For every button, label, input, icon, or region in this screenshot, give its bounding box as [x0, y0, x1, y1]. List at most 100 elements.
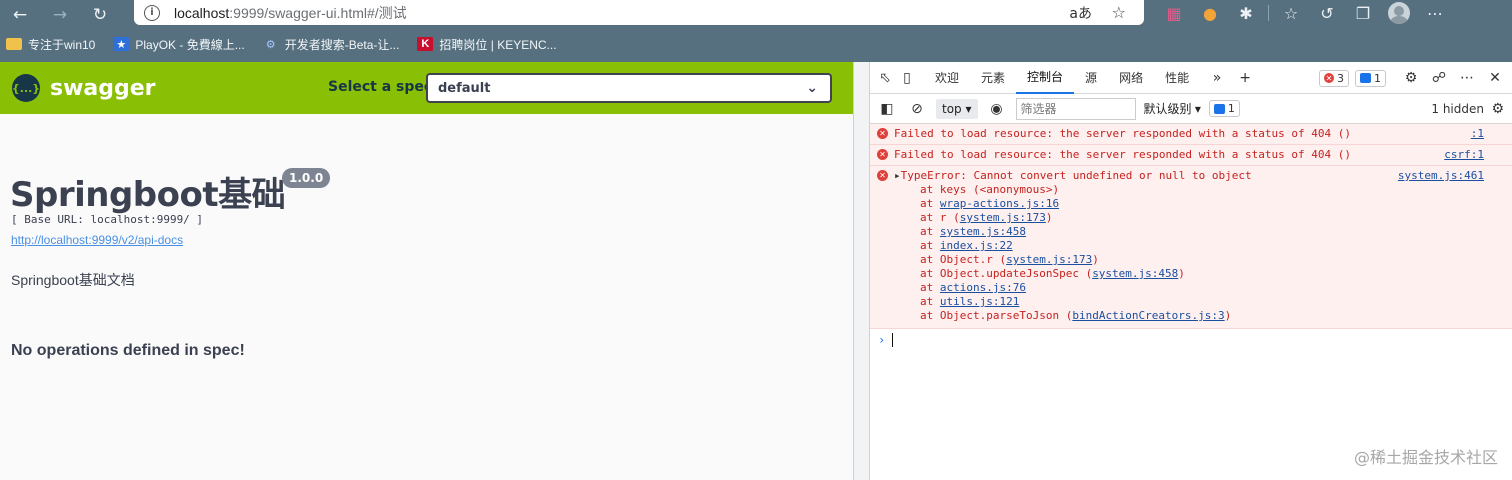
devtools-tabbar: ⬁ ▯ 欢迎 元素 控制台 源 网络 性能 » + ✕ 3 1 ⚙ ☍ ⋯ ✕ [870, 62, 1512, 94]
stack-frame-link[interactable]: bindActionCreators.js:3 [1072, 309, 1224, 322]
console-error-row[interactable]: ✕ ▸TypeError: Cannot convert undefined o… [870, 166, 1512, 329]
console-error-text: TypeError: Cannot convert undefined or n… [900, 169, 1252, 182]
context-select[interactable]: top ▾ [936, 98, 978, 119]
address-bar[interactable]: i localhost:9999/swagger-ui.html#/测试 aあ … [134, 0, 1144, 25]
extensions-puzzle-icon[interactable]: ✱ [1228, 0, 1264, 26]
console-settings-gear-icon[interactable]: ⚙ [1491, 101, 1504, 117]
console-error-row[interactable]: ✕ Failed to load resource: the server re… [870, 145, 1512, 166]
filter-input[interactable]: 筛选器 [1015, 97, 1136, 120]
color-extension-icon[interactable]: ● [1192, 0, 1228, 26]
swagger-brand[interactable]: swagger [50, 76, 156, 101]
stack-frame-text: at [920, 239, 940, 252]
connect-device-icon[interactable]: ☍ [1428, 67, 1450, 89]
api-description: Springboot基础文档 [11, 272, 135, 288]
folder-icon [6, 38, 22, 50]
profile-avatar[interactable] [1381, 0, 1417, 26]
stack-frame-text: at Object.r ( [920, 253, 1007, 266]
back-arrow-icon[interactable]: ← [0, 0, 40, 30]
stack-frame: at Object.updateJsonSpec (system.js:458) [920, 267, 1512, 281]
stack-frame: at system.js:458 [920, 225, 1512, 239]
message-count-badge[interactable]: 1 [1355, 69, 1386, 87]
issues-icon [1213, 103, 1225, 114]
chevron-down-icon: ⌄ [806, 80, 818, 96]
extension-grid-icon[interactable]: ▦ [1156, 0, 1192, 26]
stack-frame: at Object.parseToJson (bindActionCreator… [920, 309, 1512, 323]
api-docs-link[interactable]: http://localhost:9999/v2/api-docs [11, 233, 183, 247]
devtools-panel: ⬁ ▯ 欢迎 元素 控制台 源 网络 性能 » + ✕ 3 1 ⚙ ☍ ⋯ ✕ ◧… [870, 62, 1512, 480]
favorite-star-icon[interactable]: ☆ [1112, 3, 1126, 22]
forward-arrow-icon[interactable]: → [40, 0, 80, 30]
collections-icon[interactable]: ❐ [1345, 0, 1381, 26]
console-error-row[interactable]: ✕ Failed to load resource: the server re… [870, 124, 1512, 145]
sidebar-toggle-icon[interactable]: ◧ [876, 98, 898, 120]
stack-frame-link[interactable]: system.js:173 [960, 211, 1046, 224]
log-levels-select[interactable]: 默认级别 ▾ [1144, 100, 1201, 117]
source-link[interactable]: system.js:461 [1398, 169, 1484, 183]
tab-console[interactable]: 控制台 [1016, 62, 1075, 94]
expand-triangle-icon[interactable]: ▸ [894, 169, 901, 182]
error-count-badge[interactable]: ✕ 3 [1319, 69, 1349, 87]
live-expression-eye-icon[interactable]: ◉ [986, 98, 1008, 120]
inspect-element-icon[interactable]: ⬁ [874, 67, 896, 89]
console-filter-bar: ◧ ⊘ top ▾ ◉ 筛选器 默认级别 ▾ 1 1 hidden ⚙ [870, 94, 1512, 124]
site-info-icon[interactable]: i [144, 4, 160, 21]
source-link[interactable]: csrf:1 [1444, 148, 1484, 162]
address-url[interactable]: localhost:9999/swagger-ui.html#/测试 [174, 3, 407, 23]
stack-frame-link[interactable]: system.js:173 [1006, 253, 1092, 266]
tab-elements[interactable]: 元素 [970, 62, 1016, 94]
favorites-icon[interactable]: ☆ [1273, 0, 1309, 26]
stack-frame: at utils.js:121 [920, 295, 1512, 309]
spec-select-value: default [438, 80, 491, 96]
devtools-resize-handle[interactable] [853, 62, 870, 480]
star-icon: ★ [113, 37, 130, 51]
devtools-actions: ✕ 3 1 ⚙ ☍ ⋯ ✕ [1319, 62, 1506, 94]
refresh-icon[interactable]: ↻ [80, 0, 120, 30]
stack-frame-suffix: ) [1178, 267, 1185, 280]
add-tab-icon[interactable]: + [1234, 67, 1256, 89]
error-icon: ✕ [1324, 73, 1334, 83]
message-icon [1360, 73, 1371, 83]
error-icon: ✕ [877, 170, 888, 181]
tab-welcome[interactable]: 欢迎 [924, 62, 970, 94]
tab-sources[interactable]: 源 [1074, 62, 1108, 94]
tab-performance[interactable]: 性能 [1154, 62, 1200, 94]
select-spec-label: Select a spec [328, 79, 433, 95]
tab-network[interactable]: 网络 [1108, 62, 1154, 94]
k-logo-icon: K [417, 37, 434, 51]
clear-console-icon[interactable]: ⊘ [906, 98, 928, 120]
stack-frame-link[interactable]: system.js:458 [940, 225, 1026, 238]
history-icon[interactable]: ↺ [1309, 0, 1345, 26]
settings-gear-icon[interactable]: ⚙ [1400, 67, 1422, 89]
more-menu-icon[interactable]: ⋯ [1417, 0, 1453, 26]
version-badge: 1.0.0 [282, 168, 331, 188]
stack-frame-text: at Object.updateJsonSpec ( [920, 267, 1093, 280]
stack-frame-link[interactable]: system.js:458 [1092, 267, 1178, 280]
more-tabs-icon[interactable]: » [1206, 67, 1228, 89]
error-icon: ✕ [877, 149, 888, 160]
stack-frame-suffix: ) [1224, 309, 1232, 322]
stack-frame: at Object.r (system.js:173) [920, 253, 1512, 267]
stack-frame-link[interactable]: utils.js:121 [940, 295, 1019, 308]
console-prompt[interactable]: › [870, 329, 1512, 349]
stack-frame-suffix: ) [1092, 253, 1099, 266]
avatar-icon [1388, 2, 1410, 24]
browser-chrome: ← → ↻ i localhost:9999/swagger-ui.html#/… [0, 0, 1512, 62]
spec-select[interactable]: default ⌄ [426, 73, 832, 103]
bookmark-item[interactable]: K 招聘岗位 | KEYENC... [417, 36, 557, 53]
stack-frame-link[interactable]: index.js:22 [940, 239, 1013, 252]
stack-frame-link[interactable]: wrap-actions.js:16 [940, 197, 1059, 210]
device-toolbar-icon[interactable]: ▯ [896, 67, 918, 89]
more-options-icon[interactable]: ⋯ [1456, 67, 1478, 89]
bookmark-item[interactable]: ⚙ 开发者搜索-Beta-让... [263, 36, 400, 53]
swagger-logo-icon[interactable]: {...} [12, 74, 40, 102]
bookmark-item[interactable]: ★ PlayOK - 免費線上... [113, 36, 245, 53]
stack-frame-text: at r ( [920, 211, 960, 224]
console-error-text: Failed to load resource: the server resp… [894, 127, 1351, 140]
stack-frame-link[interactable]: actions.js:76 [940, 281, 1026, 294]
hidden-count: 1 hidden [1431, 101, 1484, 116]
close-devtools-icon[interactable]: ✕ [1484, 67, 1506, 89]
read-aloud-icon[interactable]: aあ [1069, 3, 1092, 23]
source-link[interactable]: :1 [1471, 127, 1484, 141]
bookmark-item[interactable]: 专注于win10 [6, 36, 95, 53]
issues-badge[interactable]: 1 [1208, 100, 1240, 117]
